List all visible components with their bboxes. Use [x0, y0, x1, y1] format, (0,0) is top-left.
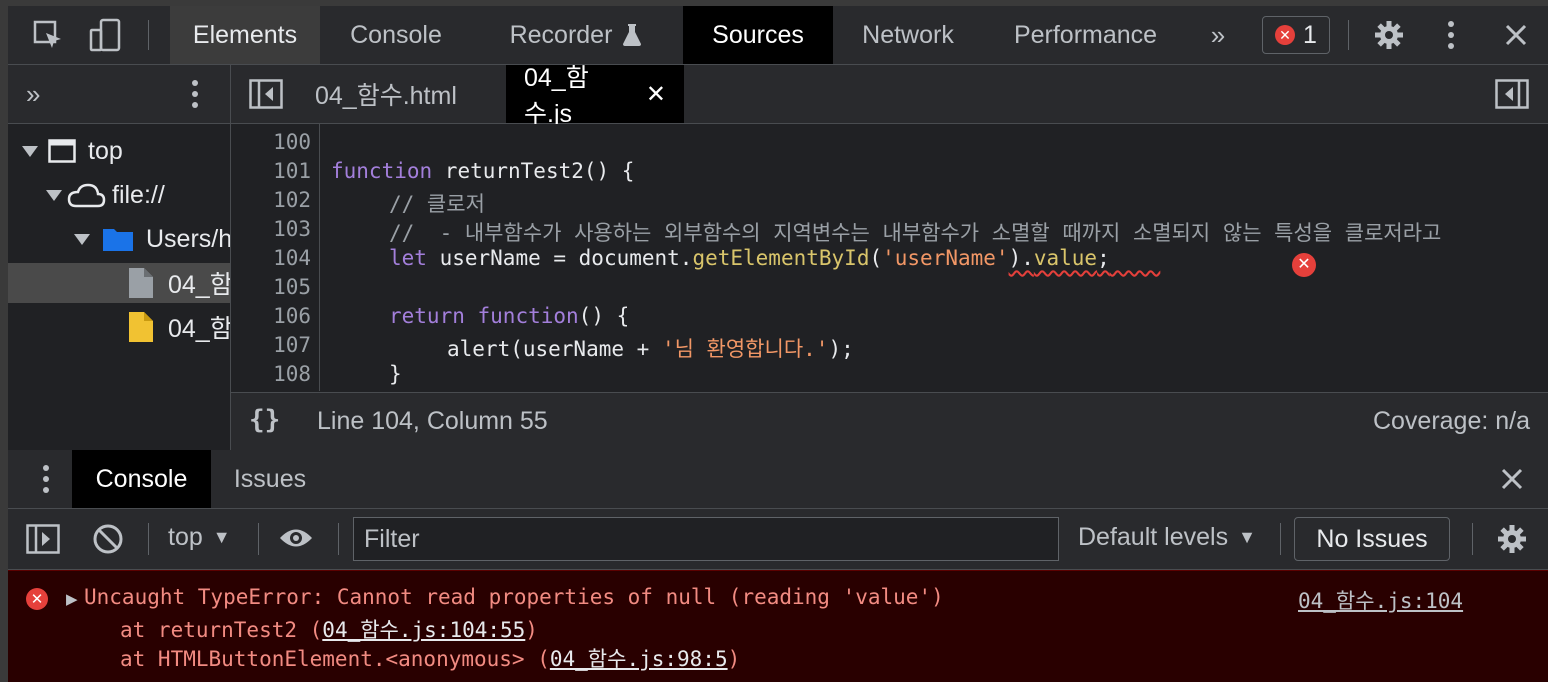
code-line-108: } [389, 362, 402, 386]
error-count: 1 [1303, 20, 1317, 49]
tab-elements[interactable]: Elements [170, 6, 320, 64]
tab-recorder[interactable]: Recorder [486, 6, 666, 64]
frame-icon [48, 139, 76, 163]
editor-tab-js[interactable]: 04_함수.js ✕ [506, 64, 684, 128]
line-number[interactable]: 108 [231, 362, 311, 386]
tree-item-html-file[interactable]: 04_함 [8, 263, 230, 303]
tree-item-file-origin[interactable]: file:// [8, 175, 230, 215]
editor-tab-html[interactable]: 04_함수.html [297, 65, 475, 123]
settings-gear-icon[interactable] [1370, 6, 1408, 64]
flask-icon [622, 23, 642, 47]
expand-triangle-icon [46, 189, 62, 201]
line-number[interactable]: 103 [231, 217, 311, 241]
navigator-header: » [8, 65, 230, 124]
log-levels-dropdown[interactable]: Default levels ▼ [1078, 523, 1256, 552]
log-levels-label: Default levels [1078, 523, 1229, 551]
js-file-icon [128, 311, 154, 343]
kebab-menu-icon[interactable] [1436, 6, 1466, 64]
line-number[interactable]: 107 [231, 333, 311, 357]
console-filter-input[interactable]: Filter [353, 517, 1059, 561]
editor-status-bar: {} Line 104, Column 55 Coverage: n/a [231, 392, 1548, 451]
tree-label: top [88, 136, 123, 165]
tab-console[interactable]: Console [328, 6, 464, 64]
drawer-tab-issues[interactable]: Issues [222, 450, 318, 508]
code-line-101: function returnTest2() { [331, 159, 635, 183]
expand-triangle-icon [74, 233, 90, 245]
code-line-106: return function() { [389, 304, 630, 328]
pretty-print-button[interactable]: {} [249, 405, 280, 435]
stack-frame-2: at HTMLButtonElement.<anonymous> (04_함수.… [120, 647, 741, 671]
error-source-link[interactable]: 04_함수.js:104 [1298, 585, 1463, 615]
folder-icon [102, 226, 134, 252]
stack-frame-2-link[interactable]: 04_함수.js:98:5 [550, 647, 728, 671]
dropdown-arrow-icon: ▼ [212, 527, 231, 547]
close-tab-icon[interactable]: ✕ [646, 80, 666, 109]
device-toolbar-icon[interactable] [86, 6, 126, 64]
close-drawer-icon[interactable] [1500, 467, 1524, 496]
drawer-tab-console[interactable]: Console [72, 450, 211, 508]
context-label: top [168, 523, 203, 551]
no-issues-button[interactable]: No Issues [1294, 517, 1450, 561]
tree-label: 04_함 [168, 315, 230, 343]
editor-tabbar: 04_함수.html 04_함수.js ✕ [231, 64, 1548, 128]
tree-label: 04_함 [168, 271, 230, 299]
tree-item-top[interactable]: top [8, 131, 230, 171]
tree-label: file:// [112, 180, 165, 209]
line-number[interactable]: 104 [231, 246, 311, 270]
inline-error-icon[interactable]: ✕ [1292, 253, 1316, 277]
clear-console-icon[interactable] [92, 523, 124, 560]
line-number[interactable]: 102 [231, 188, 311, 212]
tree-item-users-folder[interactable]: Users/h [8, 219, 230, 259]
close-devtools-icon[interactable] [1498, 6, 1534, 64]
file-icon [128, 267, 154, 299]
error-count-badge[interactable]: ✕ 1 [1262, 16, 1330, 54]
editor-tab-label: 04_함수.js [524, 64, 589, 128]
more-tabs-icon[interactable]: » [1200, 6, 1236, 64]
toggle-navigator-icon[interactable] [249, 79, 283, 114]
dropdown-arrow-icon: ▼ [1238, 527, 1256, 547]
line-number[interactable]: 101 [231, 159, 311, 183]
navigator-menu-icon[interactable] [191, 79, 199, 114]
error-icon: ✕ [1275, 25, 1296, 45]
tab-recorder-label: Recorder [509, 20, 613, 49]
stack-frame-1: at returnTest2 (04_함수.js:104:55) [120, 618, 538, 642]
drawer-tabbar: Console Issues [8, 450, 1548, 509]
line-number[interactable]: 106 [231, 304, 311, 328]
tab-sources[interactable]: Sources [683, 6, 833, 64]
main-tabbar: Elements Console Recorder Sources Networ… [8, 6, 1548, 65]
code-line-107: alert(userName + '님 환영합니다.'); [447, 337, 854, 361]
code-line-103: // - 내부함수가 사용하는 외부함수의 지역변수는 내부함수가 소멸할 때까… [389, 221, 1442, 245]
code-editor[interactable]: 100 101 102 103 104 105 106 107 108 func… [231, 124, 1548, 391]
cursor-position: Line 104, Column 55 [317, 407, 548, 435]
tree-label: Users/h [146, 224, 230, 253]
expand-triangle-icon [22, 145, 38, 157]
drawer-menu-icon[interactable] [42, 464, 50, 499]
error-icon: ✕ [26, 588, 48, 610]
tab-performance[interactable]: Performance [998, 6, 1173, 64]
file-navigator: » top file:// Users/h 04_함 04_함 [8, 65, 231, 450]
line-number[interactable]: 100 [231, 130, 311, 154]
context-selector[interactable]: top ▼ [168, 523, 231, 552]
code-line-102: // 클로저 [389, 192, 485, 216]
stack-frame-1-link[interactable]: 04_함수.js:104:55 [322, 618, 525, 642]
code-line-104: let userName = document.getElementById('… [389, 246, 1110, 270]
tab-network[interactable]: Network [846, 6, 970, 64]
inspect-element-icon[interactable] [28, 6, 68, 64]
editor-tab-label: 04_함수.html [315, 82, 457, 110]
console-toolbar: top ▼ Filter Default levels ▼ No Issues [8, 509, 1548, 570]
cloud-icon [66, 182, 106, 208]
line-gutter[interactable]: 100 101 102 103 104 105 106 107 108 [231, 124, 320, 391]
expand-stack-triangle-icon[interactable]: ▶ [66, 590, 78, 608]
show-sidebar-icon[interactable] [26, 524, 60, 559]
console-settings-gear-icon[interactable] [1496, 523, 1528, 560]
console-error-message[interactable]: ✕ ▶ Uncaught TypeError: Cannot read prop… [8, 570, 1548, 682]
devtools-window: Elements Console Recorder Sources Networ… [8, 6, 1548, 682]
coverage-status[interactable]: Coverage: n/a [1373, 407, 1530, 436]
tree-item-js-file[interactable]: 04_함 [8, 307, 230, 347]
live-expression-eye-icon[interactable] [278, 525, 314, 556]
error-text: Uncaught TypeError: Cannot read properti… [84, 585, 944, 609]
expand-navigator-icon[interactable]: » [26, 79, 40, 110]
line-number[interactable]: 105 [231, 275, 311, 299]
toggle-debugger-icon[interactable] [1495, 79, 1529, 114]
